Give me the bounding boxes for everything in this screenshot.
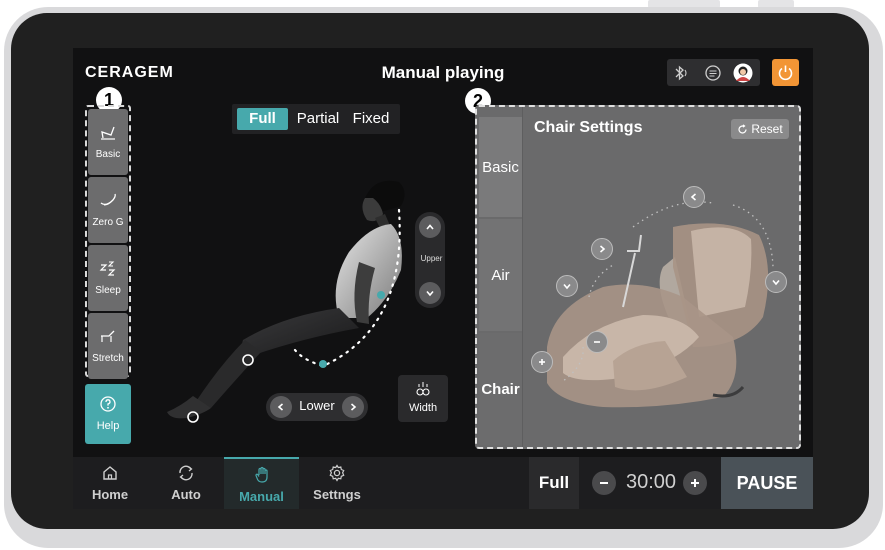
auto-icon bbox=[164, 464, 208, 482]
massage-chair-screen: CERAGEM Manual playing 1 2 Basic Zero G … bbox=[73, 48, 813, 509]
recliner-icon bbox=[88, 123, 128, 141]
lower-left-button[interactable] bbox=[270, 396, 292, 418]
avatar-icon[interactable] bbox=[733, 63, 753, 83]
range-partial-option[interactable]: Partial bbox=[290, 108, 346, 130]
stretch-icon bbox=[88, 327, 128, 345]
range-full-option[interactable]: Full bbox=[237, 108, 288, 130]
chevron-left-icon bbox=[277, 403, 284, 411]
panel-tab-air[interactable]: Air bbox=[479, 219, 522, 331]
mode-list: Basic Zero G Sleep Stretch bbox=[85, 105, 131, 379]
mode-basic[interactable]: Basic bbox=[88, 109, 128, 175]
home-icon bbox=[86, 464, 134, 482]
upper-down-button[interactable] bbox=[419, 282, 441, 304]
mode-zero-g[interactable]: Zero G bbox=[88, 177, 128, 243]
question-icon bbox=[100, 396, 116, 412]
massage-range-selector: Full Partial Fixed bbox=[232, 104, 400, 134]
lower-right-button[interactable] bbox=[342, 396, 364, 418]
panel-title: Chair Settings bbox=[534, 119, 643, 136]
panel-tab-basic[interactable]: Basic bbox=[479, 117, 522, 217]
chevron-down-icon bbox=[772, 279, 780, 286]
plus-icon bbox=[539, 359, 545, 365]
zero-gravity-icon bbox=[88, 191, 128, 209]
panel-tab-chair[interactable]: Chair bbox=[479, 333, 522, 445]
chevron-down-icon bbox=[426, 290, 434, 297]
plus-icon bbox=[691, 479, 699, 487]
mode-stretch[interactable]: Stretch bbox=[88, 313, 128, 379]
intensity-label: Full bbox=[529, 457, 579, 509]
hand-icon bbox=[224, 466, 299, 484]
nav-home[interactable]: Home bbox=[86, 457, 134, 509]
timer-decrease-button[interactable] bbox=[592, 471, 616, 495]
legrest-down-button[interactable] bbox=[556, 275, 578, 297]
lower-label: Lower bbox=[299, 398, 335, 413]
chevron-left-icon bbox=[690, 193, 697, 201]
nav-settings[interactable]: Settngs bbox=[311, 457, 363, 509]
lower-control: Lower bbox=[266, 393, 368, 421]
reset-button[interactable]: Reset bbox=[731, 119, 789, 139]
help-button[interactable]: Help bbox=[85, 384, 131, 444]
sleep-icon bbox=[88, 259, 128, 277]
chat-icon[interactable] bbox=[703, 63, 723, 83]
chevron-right-icon bbox=[599, 245, 606, 253]
minus-icon bbox=[600, 482, 608, 484]
nav-auto[interactable]: Auto bbox=[164, 457, 208, 509]
legrest-shorten-button[interactable] bbox=[586, 331, 608, 353]
width-button[interactable]: Width bbox=[398, 375, 448, 422]
chevron-up-icon bbox=[426, 224, 434, 230]
reset-icon bbox=[738, 123, 747, 134]
mode-sleep[interactable]: Sleep bbox=[88, 245, 128, 311]
gear-icon bbox=[311, 464, 363, 482]
range-fixed-option[interactable]: Fixed bbox=[346, 108, 396, 130]
timer-value: 30:00 bbox=[625, 471, 677, 493]
legrest-extend-button[interactable] bbox=[531, 351, 553, 373]
minus-icon bbox=[594, 341, 600, 343]
upper-label: Upper bbox=[420, 254, 443, 263]
status-icons bbox=[667, 59, 760, 86]
timer-increase-button[interactable] bbox=[683, 471, 707, 495]
chair-down-button[interactable] bbox=[765, 271, 787, 293]
upper-up-button[interactable] bbox=[419, 216, 441, 238]
chevron-down-icon bbox=[563, 283, 571, 290]
massage-chair-illustration bbox=[547, 201, 774, 408]
chevron-right-icon bbox=[350, 403, 357, 411]
chair-settings-panel: Basic Air Chair Chair Settings Reset bbox=[475, 105, 801, 449]
power-button[interactable] bbox=[772, 59, 799, 86]
nav-manual[interactable]: Manual bbox=[224, 457, 299, 509]
backrest-forward-button[interactable] bbox=[591, 238, 613, 260]
backrest-back-button[interactable] bbox=[683, 186, 705, 208]
position-marker-upper bbox=[242, 354, 254, 366]
position-marker-lower bbox=[187, 411, 199, 423]
pause-button[interactable]: PAUSE bbox=[721, 457, 813, 509]
width-icon bbox=[416, 382, 430, 396]
timer-control: 30:00 bbox=[589, 457, 711, 509]
range-arc bbox=[293, 208, 401, 368]
power-icon bbox=[778, 65, 793, 81]
bluetooth-icon[interactable] bbox=[671, 63, 691, 83]
